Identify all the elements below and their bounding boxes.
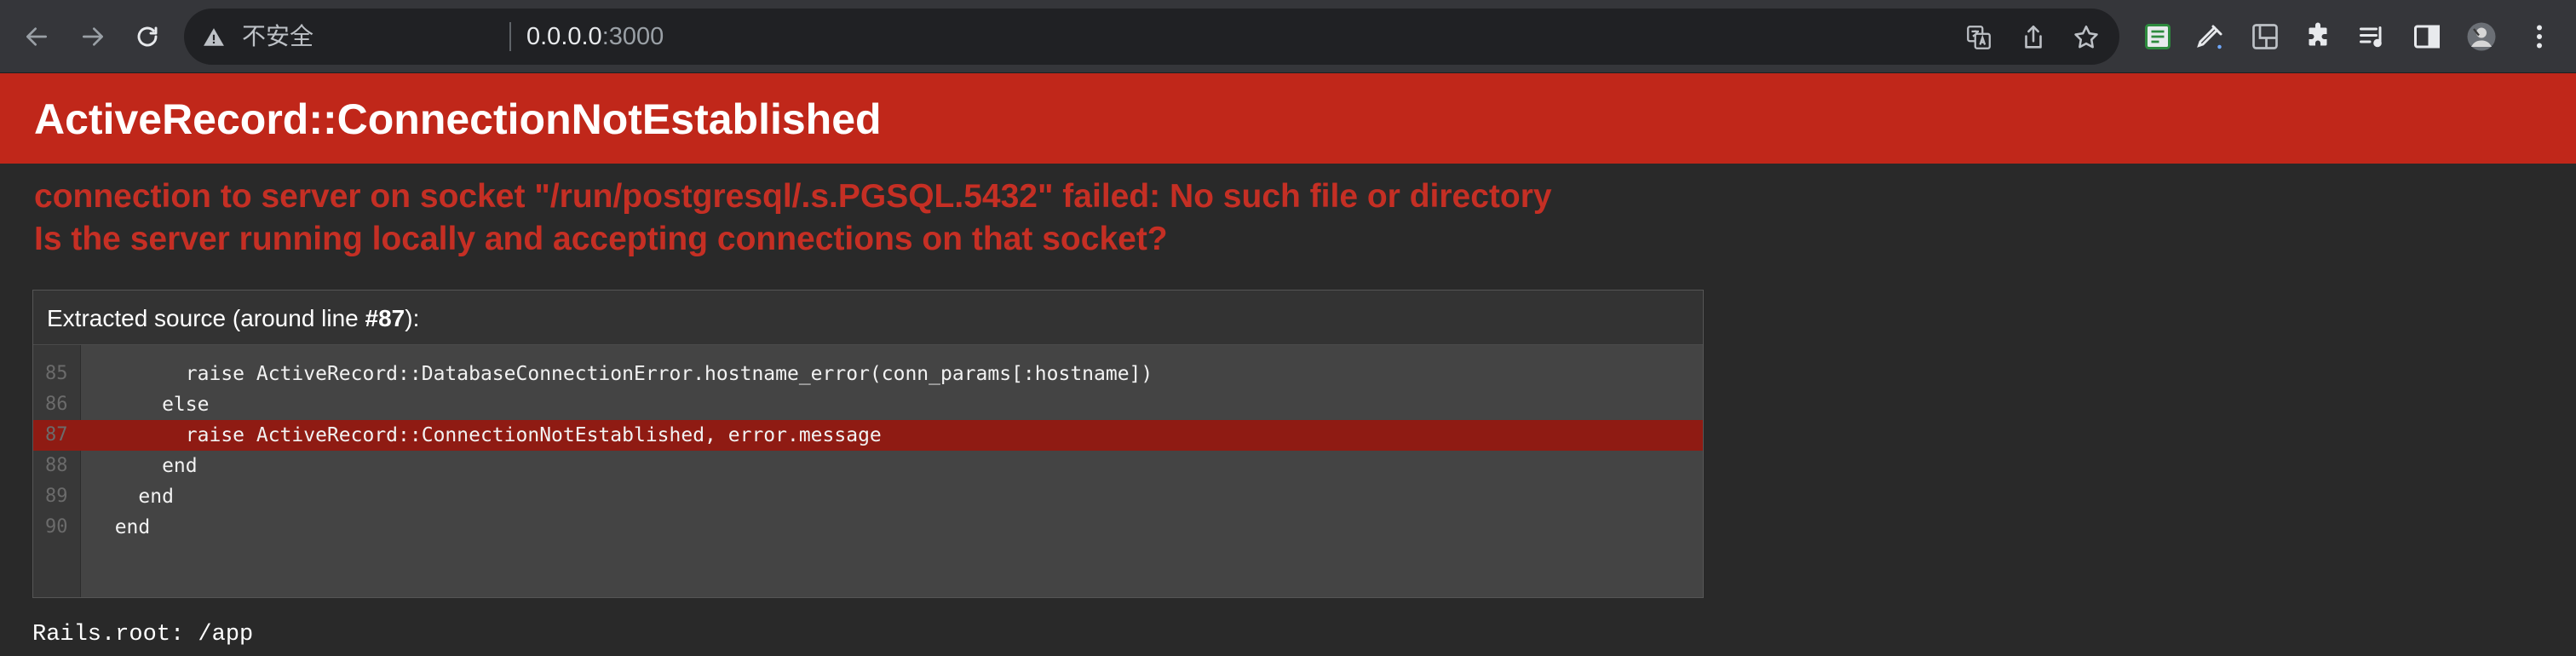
extracted-source-heading: Extracted source (around line #87): [47,304,419,333]
puzzle-icon [2309,22,2327,46]
star-icon [2074,25,2098,49]
screenshot-extension-button[interactable] [2249,20,2281,53]
line-number: 88 [45,455,68,476]
share-button[interactable] [2019,23,2048,52]
warning-icon [204,28,224,46]
translate-icon [1967,26,1991,49]
code-line: 89 end [33,481,1703,512]
url-host: 0.0.0.0 [526,23,602,50]
line-code: end [91,486,174,508]
forward-arrow-icon [83,27,103,46]
rails-root-label: Rails.root: /app [32,622,254,647]
media-queue-icon [2360,26,2382,48]
media-queue-button[interactable] [2356,20,2389,53]
code-listing: 85 raise ActiveRecord::DatabaseConnectio… [33,359,1703,543]
code-line: 85 raise ActiveRecord::DatabaseConnectio… [33,359,1703,389]
code-line: 90 end [33,512,1703,543]
error-page: ActiveRecord::ConnectionNotEstablished c… [0,73,2576,656]
share-icon [2025,25,2042,49]
profile-button[interactable] [2465,20,2498,53]
line-code: else [91,394,210,416]
eyedropper-icon [2197,25,2222,49]
extensions-button[interactable] [2302,20,2334,53]
line-code: raise ActiveRecord::DatabaseConnectionEr… [91,363,1153,385]
kebab-menu-icon [2537,25,2542,49]
spreadsheet-extension-button[interactable] [2142,20,2174,53]
eyedropper-extension-button[interactable] [2194,20,2227,53]
code-line: 88 end [33,451,1703,481]
heading-suffix: ): [405,305,420,331]
address-bar[interactable]: 不安全 0.0.0.0:3000 [184,9,2119,65]
url-port: :3000 [601,23,664,50]
line-number: 89 [45,486,68,507]
screenshot-extension-icon [2252,24,2278,49]
error-title: ActiveRecord::ConnectionNotEstablished [34,95,882,143]
line-code: end [91,516,151,538]
error-message-line-2: Is the server running locally and accept… [34,221,1168,257]
error-header: ActiveRecord::ConnectionNotEstablished [0,73,2576,164]
security-status-label[interactable]: 不安全 [242,22,313,51]
bookmark-button[interactable] [2072,23,2101,52]
code-line-highlighted: 87 raise ActiveRecord::ConnectionNotEsta… [33,420,1703,451]
line-code: end [91,455,198,477]
spreadsheet-extension-icon [2145,24,2171,49]
line-number: 90 [45,516,68,538]
error-message-line-1: connection to server on socket "/run/pos… [34,178,1552,215]
reload-icon [137,26,158,47]
line-number: 87 [45,424,68,446]
code-line: 86 else [33,389,1703,420]
error-message: connection to server on socket "/run/pos… [34,176,1552,261]
side-panel-icon [2414,25,2440,49]
profile-avatar [2467,22,2496,51]
browser-menu-button[interactable] [2523,20,2556,53]
translate-button[interactable] [1964,23,1993,52]
line-number: 86 [45,394,68,415]
heading-prefix: Extracted source (around line [47,305,365,331]
forward-button[interactable] [72,15,114,58]
extracted-source-panel: Extracted source (around line #87): 85 r… [32,290,1704,598]
line-code: raise ActiveRecord::ConnectionNotEstabli… [91,424,882,446]
browser-toolbar: 不安全 0.0.0.0:3000 [0,0,2576,73]
back-arrow-icon [26,27,47,46]
url-text[interactable]: 0.0.0.0:3000 [526,22,664,51]
address-separator [509,22,511,51]
reload-button[interactable] [126,15,169,58]
side-panel-button[interactable] [2411,20,2443,53]
line-number: 85 [45,363,68,384]
back-button[interactable] [15,15,58,58]
heading-line-number: #87 [365,305,405,331]
extracted-source-header: Extracted source (around line #87): [33,291,1703,345]
